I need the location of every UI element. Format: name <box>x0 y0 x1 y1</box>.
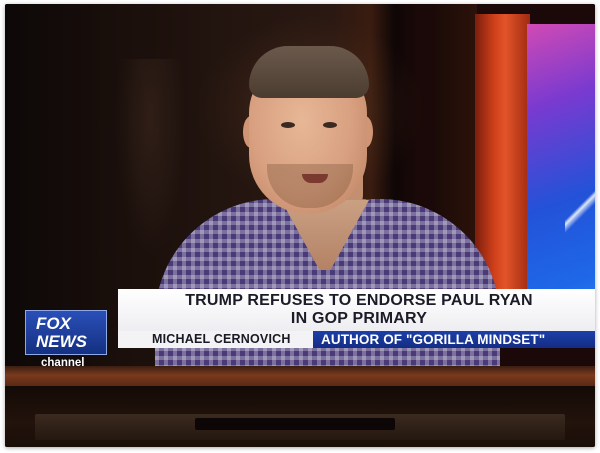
cabinet-device <box>195 418 395 430</box>
guest-hair <box>249 46 369 98</box>
background-figure <box>115 59 185 259</box>
guest-eye-right <box>323 122 337 128</box>
logo-line-1: FOX <box>36 314 71 333</box>
guest-role: AUTHOR OF "GORILLA MINDSET" <box>313 331 595 348</box>
logo-line-2: NEWS <box>36 332 87 351</box>
guest-eye-left <box>281 122 295 128</box>
tv-bezel <box>5 366 595 386</box>
guest-name-row: MICHAEL CERNOVICH AUTHOR OF "GORILLA MIN… <box>118 331 595 348</box>
channel-logo: FOX NEWS channel <box>25 310 109 370</box>
lower-third-banner: TRUMP REFUSES TO ENDORSE PAUL RYAN IN GO… <box>118 289 595 348</box>
headline-bar: TRUMP REFUSES TO ENDORSE PAUL RYAN IN GO… <box>118 289 595 331</box>
photo: TRUMP REFUSES TO ENDORSE PAUL RYAN IN GO… <box>5 4 595 447</box>
tv-screen: TRUMP REFUSES TO ENDORSE PAUL RYAN IN GO… <box>5 4 595 376</box>
headline-line-1: TRUMP REFUSES TO ENDORSE PAUL RYAN <box>185 292 533 309</box>
guest-name: MICHAEL CERNOVICH <box>118 331 313 348</box>
video-wall-highlight <box>565 184 595 244</box>
logo-box: FOX NEWS <box>25 310 107 355</box>
headline-line-2: IN GOP PRIMARY <box>290 310 428 327</box>
